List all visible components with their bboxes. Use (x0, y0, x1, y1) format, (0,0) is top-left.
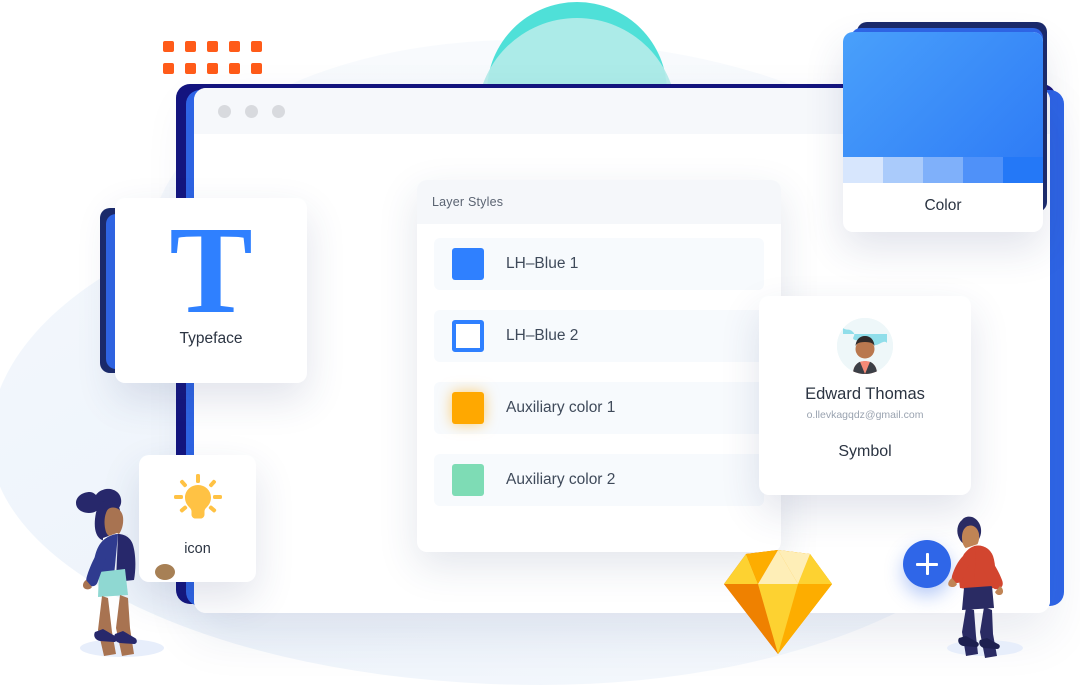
typeface-glyph-icon: T (169, 201, 253, 340)
layer-style-row[interactable]: LH–Blue 1 (434, 238, 764, 290)
user-name: Edward Thomas (805, 385, 925, 403)
layer-styles-list: LH–Blue 1 LH–Blue 2 Auxiliary color 1 Au… (417, 224, 781, 506)
typeface-card-caption: Typeface (179, 330, 243, 347)
sketch-diamond-logo (722, 548, 834, 656)
typeface-card[interactable]: T Typeface (115, 198, 307, 383)
layer-styles-title: Layer Styles (432, 195, 504, 209)
layer-style-row[interactable]: Auxiliary color 1 (434, 382, 764, 434)
layer-style-label: LH–Blue 2 (506, 327, 579, 344)
layer-style-label: Auxiliary color 2 (506, 471, 616, 488)
avatar (837, 318, 893, 374)
window-minimize-dot[interactable] (245, 104, 258, 118)
walking-man-illustration (930, 498, 1036, 660)
dot-grid-dot (251, 63, 262, 74)
dot-grid-dot (185, 63, 196, 74)
dot-grid-dot (251, 41, 262, 52)
dot-grid-dot (207, 63, 218, 74)
color-swatch[interactable] (963, 157, 1003, 183)
dot-grid-dot (163, 63, 174, 74)
color-swatch[interactable] (452, 392, 484, 424)
color-card-caption: Color (924, 197, 962, 214)
color-swatch[interactable] (1003, 157, 1043, 183)
layer-styles-header: Layer Styles (417, 180, 781, 224)
dot-grid-dot (229, 63, 240, 74)
layer-styles-panel: Layer Styles LH–Blue 1 LH–Blue 2 Auxilia… (417, 180, 781, 552)
layer-style-row[interactable]: Auxiliary color 2 (434, 454, 764, 506)
color-gradient-preview (843, 32, 1043, 157)
dot-grid-dot (229, 41, 240, 52)
color-swatch-outline[interactable] (452, 320, 484, 352)
illustration-stage: Layer Styles LH–Blue 1 LH–Blue 2 Auxilia… (0, 0, 1080, 685)
dot-grid-decoration (163, 41, 273, 85)
symbol-card[interactable]: Edward Thomas o.llevkagqdz@gmail.com Sym… (759, 296, 971, 495)
dot-grid-dot (207, 41, 218, 52)
color-swatch[interactable] (923, 157, 963, 183)
dot-grid-dot (185, 41, 196, 52)
window-close-dot[interactable] (218, 104, 231, 118)
symbol-card-caption: Symbol (838, 443, 892, 460)
user-email: o.llevkagqdz@gmail.com (806, 409, 924, 421)
color-swatch[interactable] (883, 157, 923, 183)
color-swatch[interactable] (452, 464, 484, 496)
window-maximize-dot[interactable] (272, 104, 285, 118)
color-swatch-strip (843, 157, 1043, 183)
layer-style-row[interactable]: LH–Blue 2 (434, 310, 764, 362)
layer-style-label: Auxiliary color 1 (506, 399, 616, 416)
walking-woman-illustration (62, 468, 182, 660)
color-swatch[interactable] (843, 157, 883, 183)
layer-style-label: LH–Blue 1 (506, 255, 579, 272)
dot-grid-dot (163, 41, 174, 52)
color-card[interactable]: Color (843, 32, 1043, 232)
color-swatch[interactable] (452, 248, 484, 280)
